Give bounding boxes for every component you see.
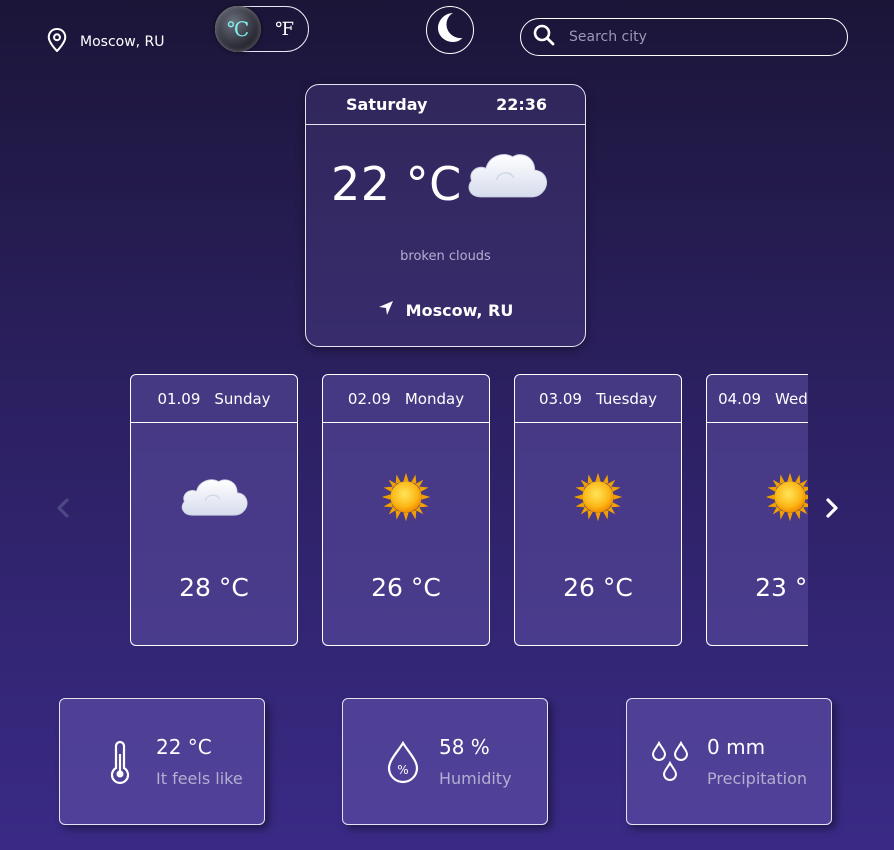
forecast-day: Wednesday bbox=[775, 389, 808, 408]
cloud-icon bbox=[464, 145, 550, 207]
forecast-temperature: 23 °C bbox=[755, 573, 808, 602]
forecast-temperature: 26 °C bbox=[371, 573, 441, 602]
forecast-card-tuesday[interactable]: 03.09 Tuesday 26 °C bbox=[514, 374, 682, 646]
forecast-date: 01.09 bbox=[157, 389, 201, 408]
current-location: Moscow, RU bbox=[306, 300, 585, 320]
forecast-card-header: 04.09 Wednesday bbox=[707, 375, 808, 423]
unit-toggle[interactable]: ℃ ℉ bbox=[215, 6, 309, 52]
feels-like-card: 22 °C It feels like bbox=[59, 698, 265, 825]
header-location: Moscow, RU bbox=[46, 27, 165, 56]
location-pin-icon bbox=[46, 27, 68, 56]
search-input[interactable] bbox=[569, 29, 829, 45]
current-weather-card: Saturday 22:36 22 °C broken clouds Mosco… bbox=[305, 84, 586, 347]
feels-like-value: 22 °C bbox=[156, 735, 212, 759]
precipitation-card: 0 mm Precipitation bbox=[626, 698, 832, 825]
thermometer-icon bbox=[96, 738, 144, 786]
theme-toggle-button[interactable] bbox=[426, 6, 474, 54]
sun-icon bbox=[515, 471, 681, 523]
svg-text:%: % bbox=[397, 763, 408, 777]
cloud-icon bbox=[131, 471, 297, 521]
sun-icon bbox=[323, 471, 489, 523]
celsius-button[interactable]: ℃ bbox=[215, 6, 261, 52]
forecast-date: 04.09 bbox=[718, 389, 762, 408]
forecast-card-monday[interactable]: 02.09 Monday 26 °C bbox=[322, 374, 490, 646]
moon-icon bbox=[433, 11, 467, 49]
forecast-date: 02.09 bbox=[347, 389, 391, 408]
fahrenheit-button[interactable]: ℉ bbox=[261, 19, 308, 40]
current-temperature: 22 °C bbox=[331, 157, 462, 211]
humidity-drop-icon: % bbox=[379, 738, 427, 786]
navigation-arrow-icon bbox=[378, 300, 394, 320]
forecast-card-header: 03.09 Tuesday bbox=[515, 375, 681, 423]
precipitation-label: Precipitation bbox=[707, 769, 808, 788]
sun-icon bbox=[707, 471, 808, 523]
chevron-left-icon bbox=[56, 497, 70, 523]
current-location-label: Moscow, RU bbox=[405, 300, 514, 320]
chevron-right-icon bbox=[825, 497, 839, 523]
humidity-value: 58 % bbox=[439, 735, 490, 759]
search-icon[interactable] bbox=[533, 24, 555, 50]
forecast-day: Monday bbox=[404, 389, 465, 408]
location-label: Moscow, RU bbox=[80, 34, 165, 50]
forecast-card-header: 02.09 Monday bbox=[323, 375, 489, 423]
humidity-card: % 58 % Humidity bbox=[342, 698, 548, 825]
forecast-next-button[interactable] bbox=[817, 492, 847, 528]
forecast-temperature: 26 °C bbox=[563, 573, 633, 602]
raindrops-icon bbox=[647, 738, 695, 786]
forecast-day: Sunday bbox=[214, 389, 271, 408]
feels-like-label: It feels like bbox=[156, 769, 243, 788]
current-card-header: Saturday 22:36 bbox=[306, 85, 585, 125]
humidity-label: Humidity bbox=[439, 769, 512, 788]
forecast-date: 03.09 bbox=[539, 389, 582, 408]
forecast-temperature: 28 °C bbox=[179, 573, 249, 602]
current-day: Saturday bbox=[346, 95, 428, 114]
forecast-prev-button[interactable] bbox=[48, 492, 78, 528]
precipitation-value: 0 mm bbox=[707, 735, 766, 759]
forecast-card-sunday[interactable]: 01.09 Sunday 28 °C bbox=[130, 374, 298, 646]
forecast-card-wednesday[interactable]: 04.09 Wednesday 23 °C bbox=[706, 374, 808, 646]
forecast-day: Tuesday bbox=[595, 389, 657, 408]
forecast-card-header: 01.09 Sunday bbox=[131, 375, 297, 423]
weather-description: broken clouds bbox=[400, 249, 491, 264]
search-bar bbox=[520, 18, 848, 56]
forecast-carousel: 01.09 Sunday 28 °C 02.09 Monday 26 °C 03… bbox=[130, 374, 808, 646]
current-time: 22:36 bbox=[496, 95, 547, 114]
